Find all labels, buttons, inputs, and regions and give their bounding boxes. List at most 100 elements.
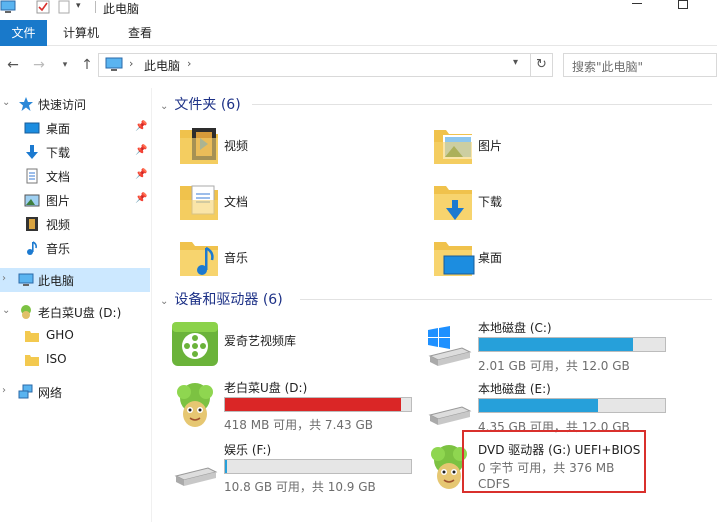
folders-group-header[interactable]: ⌄ 文件夹 (6) — [160, 94, 241, 114]
sidebar-item-music[interactable]: 音乐 — [0, 236, 150, 260]
folder-icon — [25, 355, 39, 366]
back-button[interactable]: ← — [4, 56, 22, 74]
sidebar-item-videos[interactable]: 视频 — [0, 212, 150, 236]
cabbage-drive-icon — [177, 383, 213, 427]
group-header-label: 设备和驱动器 (6) — [174, 292, 283, 308]
drive-usage-fill — [225, 460, 227, 473]
address-bar[interactable]: › 此电脑 › ▾ — [98, 53, 531, 77]
documents-folder-icon — [180, 185, 218, 220]
network-icon — [18, 384, 33, 399]
properties-icon[interactable] — [36, 0, 50, 14]
folder-name: 图片 — [478, 139, 503, 153]
customize-qat-icon[interactable]: ▾ — [76, 1, 81, 15]
folder-documents[interactable]: 文档 — [178, 180, 428, 230]
sidebar-item-label: 老白菜U盘 (D:) — [38, 306, 122, 320]
search-placeholder: 搜索"此电脑" — [572, 60, 644, 74]
sidebar-item-network[interactable]: › 网络 — [0, 380, 150, 404]
collapse-icon[interactable]: ⌄ — [160, 101, 168, 112]
search-input[interactable]: 搜索"此电脑" — [563, 53, 717, 77]
title-separator — [95, 1, 96, 13]
sidebar-item-usb-drive[interactable]: ⌄ 老白菜U盘 (D:) — [0, 300, 150, 324]
folder-downloads[interactable]: 下载 — [432, 180, 682, 230]
iqiyi-icon — [172, 322, 218, 366]
picture-icon — [24, 194, 40, 207]
sidebar-item-label: 文档 — [46, 170, 71, 184]
expand-arrow-icon[interactable]: ⌄ — [2, 305, 10, 316]
devices-group-header[interactable]: ⌄ 设备和驱动器 (6) — [160, 289, 283, 309]
folder-videos[interactable]: 视频 — [178, 124, 428, 174]
folder-music[interactable]: 音乐 — [178, 236, 428, 286]
sidebar-item-label: 图片 — [46, 194, 71, 208]
drive-usage-fill — [225, 398, 401, 411]
drive-c[interactable]: 本地磁盘 (C:) 2.01 GB 可用，共 12.0 GB — [424, 316, 684, 374]
pictures-folder-icon — [434, 130, 473, 164]
music-icon — [27, 241, 37, 255]
tab-view[interactable]: 查看 — [114, 20, 166, 46]
hard-drive-icon — [428, 406, 472, 425]
drive-e[interactable]: 本地磁盘 (E:) 4.35 GB 可用，共 12.0 GB — [424, 377, 684, 435]
highlight-box — [462, 430, 646, 493]
sidebar-item-quick-access[interactable]: ⌄ 快速访问 — [0, 92, 150, 116]
drive-name: 本地磁盘 (C:) — [478, 321, 552, 335]
pin-icon[interactable]: 📌 — [135, 169, 147, 180]
folder-name: 文档 — [224, 195, 249, 209]
expand-arrow-icon[interactable]: ⌄ — [2, 97, 10, 108]
folder-desktop[interactable]: 桌面 — [432, 236, 682, 286]
folder-name: 视频 — [224, 139, 249, 153]
folder-pictures[interactable]: 图片 — [432, 124, 682, 174]
download-icon — [26, 145, 38, 159]
maximize-button[interactable] — [660, 0, 706, 18]
sidebar-item-this-pc[interactable]: › 此电脑 — [0, 268, 150, 292]
sidebar-item-downloads[interactable]: 下载 📌 — [0, 140, 150, 164]
breadcrumb-chevron-icon[interactable]: › — [187, 57, 191, 70]
hard-drive-icon — [174, 467, 218, 486]
address-row: ← → ▾ ↑ › 此电脑 › ▾ ↻ 搜索"此电脑" — [0, 50, 717, 82]
up-button[interactable]: ↑ — [78, 56, 96, 74]
sidebar-item-label: 快速访问 — [38, 98, 87, 112]
group-header-label: 文件夹 (6) — [174, 97, 241, 113]
drive-name: 老白菜U盘 (D:) — [224, 381, 308, 395]
breadcrumb[interactable]: 此电脑 — [144, 57, 180, 74]
minimize-button[interactable] — [614, 0, 660, 18]
expand-arrow-icon[interactable]: › — [2, 385, 6, 396]
star-icon — [19, 97, 33, 111]
sidebar-item-desktop[interactable]: 桌面 📌 — [0, 116, 150, 140]
expand-arrow-icon[interactable]: › — [2, 273, 6, 284]
ribbon-tabs: 文件 计算机 查看 — [0, 20, 717, 46]
pin-icon[interactable]: 📌 — [135, 193, 147, 204]
cabbage-drive-icon — [21, 305, 31, 319]
sidebar-item-label: 音乐 — [46, 242, 71, 256]
collapse-icon[interactable]: ⌄ — [160, 296, 168, 307]
video-icon — [26, 217, 38, 231]
drive-usage-fill — [479, 338, 634, 351]
recent-locations-button[interactable]: ▾ — [56, 56, 74, 74]
sidebar-item-iso[interactable]: ISO — [0, 348, 150, 372]
device-iqiyi-library[interactable]: 爱奇艺视频库 — [170, 314, 430, 372]
drive-free-space: 10.8 GB 可用，共 10.9 GB — [224, 480, 376, 494]
sidebar-item-pictures[interactable]: 图片 📌 — [0, 188, 150, 212]
tab-file[interactable]: 文件 — [0, 20, 47, 46]
downloads-folder-icon — [434, 186, 472, 220]
pin-icon[interactable]: 📌 — [135, 121, 147, 132]
windows-drive-icon — [428, 326, 472, 366]
sidebar-item-label: GHO — [46, 328, 74, 342]
sidebar-item-documents[interactable]: 文档 📌 — [0, 164, 150, 188]
this-pc-icon — [18, 273, 34, 286]
folder-name: 桌面 — [478, 251, 503, 265]
drive-free-space: 418 MB 可用，共 7.43 GB — [224, 418, 373, 432]
drive-f[interactable]: 娱乐 (F:) 10.8 GB 可用，共 10.9 GB — [170, 438, 430, 496]
tab-computer[interactable]: 计算机 — [53, 20, 109, 46]
desktop-folder-icon — [434, 242, 475, 276]
sidebar-item-label: 此电脑 — [38, 274, 75, 288]
pin-icon[interactable]: 📌 — [135, 145, 147, 156]
address-dropdown-icon[interactable]: ▾ — [513, 57, 518, 68]
refresh-button[interactable]: ↻ — [531, 53, 553, 77]
breadcrumb-chevron-icon[interactable]: › — [129, 57, 133, 70]
new-folder-icon[interactable] — [58, 0, 70, 14]
drive-name: 本地磁盘 (E:) — [478, 382, 551, 396]
forward-button[interactable]: → — [30, 56, 48, 74]
drive-d[interactable]: 老白菜U盘 (D:) 418 MB 可用，共 7.43 GB — [170, 376, 430, 434]
sidebar-item-gho[interactable]: GHO — [0, 324, 150, 348]
folder-name: 下载 — [478, 195, 503, 209]
drive-usage-bar — [224, 459, 412, 474]
